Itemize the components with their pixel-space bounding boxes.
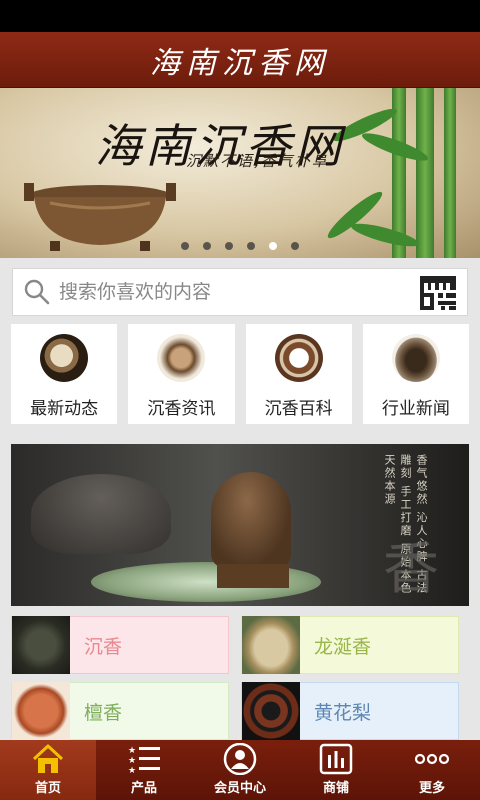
tab-label: 产品 <box>130 781 157 796</box>
carousel-dot[interactable] <box>247 242 255 250</box>
tab-more[interactable]: 更多 <box>384 740 480 800</box>
product-tile-ambergris[interactable]: 龙涎香 <box>241 616 459 674</box>
category-agarwood-wiki[interactable]: 沉香百科 <box>245 324 352 424</box>
product-label: 龙涎香 <box>314 635 372 658</box>
svg-text:★: ★ <box>128 756 136 766</box>
agarwood-chip-thumb <box>157 334 206 382</box>
bottom-tab-bar: 首页 ★ ★ ★ 产品 会员中心 商铺 更多 <box>0 740 480 800</box>
bamboo-decoration <box>416 88 434 258</box>
tab-home[interactable]: 首页 <box>0 740 96 800</box>
category-industry-news[interactable]: 行业新闻 <box>362 324 469 424</box>
search-bar[interactable] <box>12 268 468 316</box>
product-label: 沉香 <box>84 635 123 658</box>
app-header: 海南沉香网 <box>0 32 480 88</box>
tab-label: 会员中心 <box>213 781 266 796</box>
category-label: 沉香资讯 <box>147 399 216 419</box>
tab-member-center[interactable]: 会员中心 <box>192 740 288 800</box>
tab-products[interactable]: ★ ★ ★ 产品 <box>96 740 192 800</box>
incense-burner-image <box>31 474 171 554</box>
tab-shop[interactable]: 商铺 <box>288 740 384 800</box>
product-tile-agarwood[interactable]: 沉香 <box>11 616 229 674</box>
carousel-dot-active[interactable] <box>269 242 277 250</box>
svg-text:★: ★ <box>128 746 136 756</box>
status-bar <box>0 0 480 32</box>
tab-label: 首页 <box>34 781 61 796</box>
carousel-indicators <box>0 242 480 250</box>
product-label: 黄花梨 <box>314 701 372 724</box>
wood-block-image <box>217 564 289 588</box>
category-label: 沉香百科 <box>264 399 333 419</box>
svg-text:★: ★ <box>128 766 136 775</box>
carousel-dot[interactable] <box>181 242 189 250</box>
product-tile-sandalwood[interactable]: 檀香 <box>11 682 229 740</box>
category-label: 最新动态 <box>30 399 99 419</box>
product-label: 檀香 <box>84 701 123 724</box>
page-title: 海南沉香网 <box>150 45 330 81</box>
carousel-dot[interactable] <box>291 242 299 250</box>
banner-carousel[interactable]: 海南沉香网 沉默不语,香气朴阜 <box>0 88 480 258</box>
more-dots-icon <box>414 753 450 765</box>
shop-chart-icon <box>319 743 353 775</box>
carousel-dot[interactable] <box>203 242 211 250</box>
banner-slogan: 沉默不语,香气朴阜 <box>186 152 329 170</box>
promo-watermark-char: 香 <box>383 537 439 602</box>
search-section <box>0 258 480 324</box>
category-latest-news[interactable]: 最新动态 <box>11 324 118 424</box>
sandalwood-seal-image <box>12 682 70 740</box>
product-tile-rosewood[interactable]: 黄花梨 <box>241 682 459 740</box>
promo-banner[interactable]: 香气悠然 沁人心脾 古法雕刻 手工打磨 原始本色 天然本源 香 <box>11 444 469 606</box>
agarwood-carving-image <box>12 616 70 674</box>
category-row: 最新动态 沉香资讯 沉香百科 行业新闻 <box>0 324 480 434</box>
tab-label: 更多 <box>418 781 445 796</box>
carousel-dot[interactable] <box>225 242 233 250</box>
category-label: 行业新闻 <box>381 399 450 419</box>
incense-sticks-thumb <box>40 334 89 382</box>
home-icon <box>32 744 64 773</box>
member-icon <box>223 743 257 775</box>
ambergris-image <box>242 616 300 674</box>
bamboo-decoration <box>444 88 456 258</box>
bead-bracelet-thumb <box>274 334 323 382</box>
buddha-figure-image <box>211 472 291 568</box>
agarwood-chunk-thumb <box>391 334 440 382</box>
qr-scan-icon[interactable] <box>419 275 457 311</box>
tab-label: 商铺 <box>322 781 349 796</box>
category-agarwood-info[interactable]: 沉香资讯 <box>128 324 235 424</box>
product-list-icon: ★ ★ ★ <box>128 746 160 775</box>
search-input[interactable] <box>59 281 399 303</box>
rosewood-beads-image <box>242 682 300 740</box>
search-icon <box>24 279 50 305</box>
